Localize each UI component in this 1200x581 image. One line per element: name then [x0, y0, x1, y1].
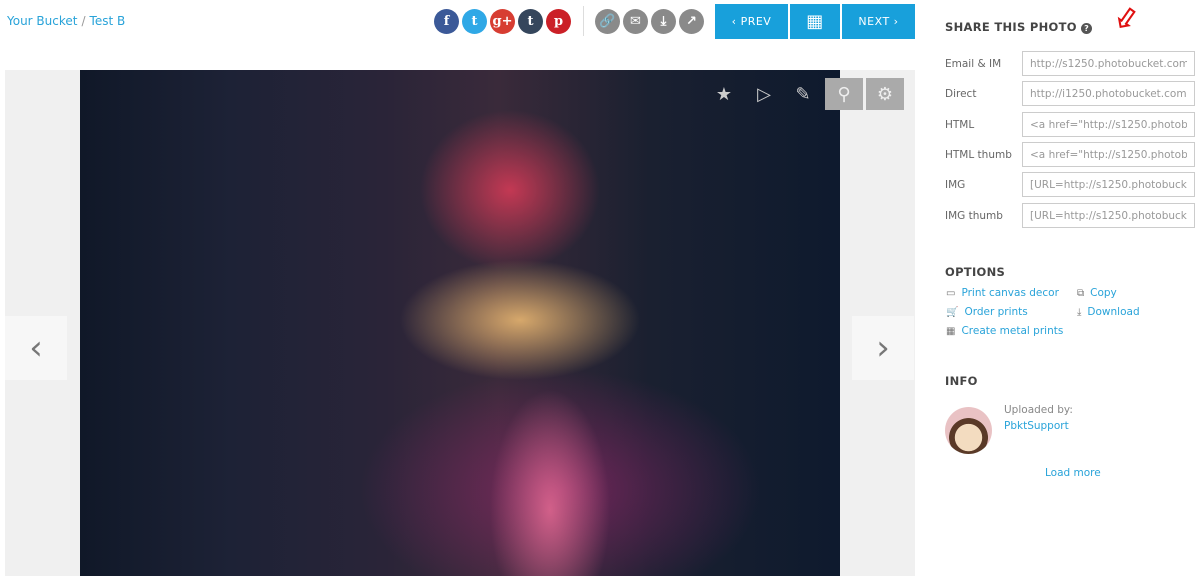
star-icon[interactable]: ★ — [705, 78, 743, 110]
share-title: SHARE THIS PHOTO ? — [945, 20, 1093, 34]
field-label: HTML — [945, 118, 975, 131]
copy-link[interactable]: ⧉ Copy — [1077, 287, 1117, 299]
uploaded-by-label: Uploaded by: — [1004, 404, 1073, 416]
share-icon[interactable]: ↗ — [679, 9, 704, 34]
field-label: HTML thumb — [945, 148, 1012, 161]
breadcrumb-separator: / — [81, 14, 86, 28]
email-icon[interactable]: ✉ — [623, 9, 648, 34]
field-label: Email & IM — [945, 57, 1002, 70]
info-title: INFO — [945, 374, 978, 388]
tumblr-share-button[interactable]: t — [518, 9, 543, 34]
help-icon[interactable]: ? — [1081, 23, 1093, 34]
share-email-im: Email & IM — [945, 51, 1195, 76]
order-prints-link[interactable]: 🛒 Order prints — [946, 306, 1028, 318]
print-canvas-link[interactable]: ▭ Print canvas decor — [946, 287, 1059, 299]
grid-view-button[interactable]: ▦ — [790, 4, 840, 39]
slideshow-play-icon[interactable]: ▷ — [745, 78, 783, 110]
edit-icon[interactable]: ✎ — [784, 78, 822, 110]
download-link[interactable]: ⤓ Download — [1077, 306, 1140, 318]
download-icon[interactable]: ⤓ — [651, 9, 676, 34]
red-arrow-annotation: ⇩ — [1105, 0, 1146, 42]
img-code-input[interactable] — [1022, 172, 1195, 197]
email-im-link-input[interactable] — [1022, 51, 1195, 76]
next-photo-arrow[interactable]: › — [852, 316, 914, 380]
zoom-icon[interactable]: ⚲ — [825, 78, 863, 110]
google-plus-share-button[interactable]: g+ — [490, 9, 515, 34]
cart-icon: 🛒 — [946, 307, 959, 318]
html-code-input[interactable] — [1022, 112, 1195, 137]
photo — [80, 70, 840, 576]
pinterest-share-button[interactable]: p — [546, 9, 571, 34]
copy-icon: ⧉ — [1077, 288, 1085, 299]
share-html-thumb: HTML thumb — [945, 142, 1195, 167]
breadcrumb: Your Bucket / Test B — [7, 14, 125, 28]
img-thumb-code-input[interactable] — [1022, 203, 1195, 228]
field-label: IMG thumb — [945, 209, 1003, 222]
share-img: IMG — [945, 172, 1195, 197]
metal-print-icon: ▦ — [946, 326, 956, 337]
prev-button[interactable]: ‹ PREV — [715, 4, 788, 39]
divider — [583, 6, 584, 36]
previous-photo-arrow[interactable]: ‹ — [5, 316, 67, 380]
direct-link-input[interactable] — [1022, 81, 1195, 106]
settings-gear-icon[interactable]: ⚙ — [866, 78, 904, 110]
canvas-icon: ▭ — [946, 288, 956, 299]
field-label: IMG — [945, 178, 966, 191]
breadcrumb-your-bucket[interactable]: Your Bucket — [7, 14, 77, 28]
uploader-username-link[interactable]: PbktSupport — [1004, 420, 1069, 432]
link-icon[interactable]: 🔗 — [595, 9, 620, 34]
load-more-link[interactable]: Load more — [1045, 467, 1101, 479]
html-thumb-code-input[interactable] — [1022, 142, 1195, 167]
share-html: HTML — [945, 112, 1195, 137]
breadcrumb-test-b[interactable]: Test B — [90, 14, 126, 28]
metal-prints-link[interactable]: ▦ Create metal prints — [946, 325, 1063, 337]
uploader-avatar[interactable] — [945, 407, 992, 454]
options-title: OPTIONS — [945, 265, 1006, 279]
share-img-thumb: IMG thumb — [945, 203, 1195, 228]
facebook-share-button[interactable]: f — [434, 9, 459, 34]
next-button[interactable]: NEXT › — [842, 4, 915, 39]
twitter-share-button[interactable]: t — [462, 9, 487, 34]
field-label: Direct — [945, 87, 977, 100]
share-direct: Direct — [945, 81, 1195, 106]
download-icon: ⤓ — [1077, 307, 1082, 318]
